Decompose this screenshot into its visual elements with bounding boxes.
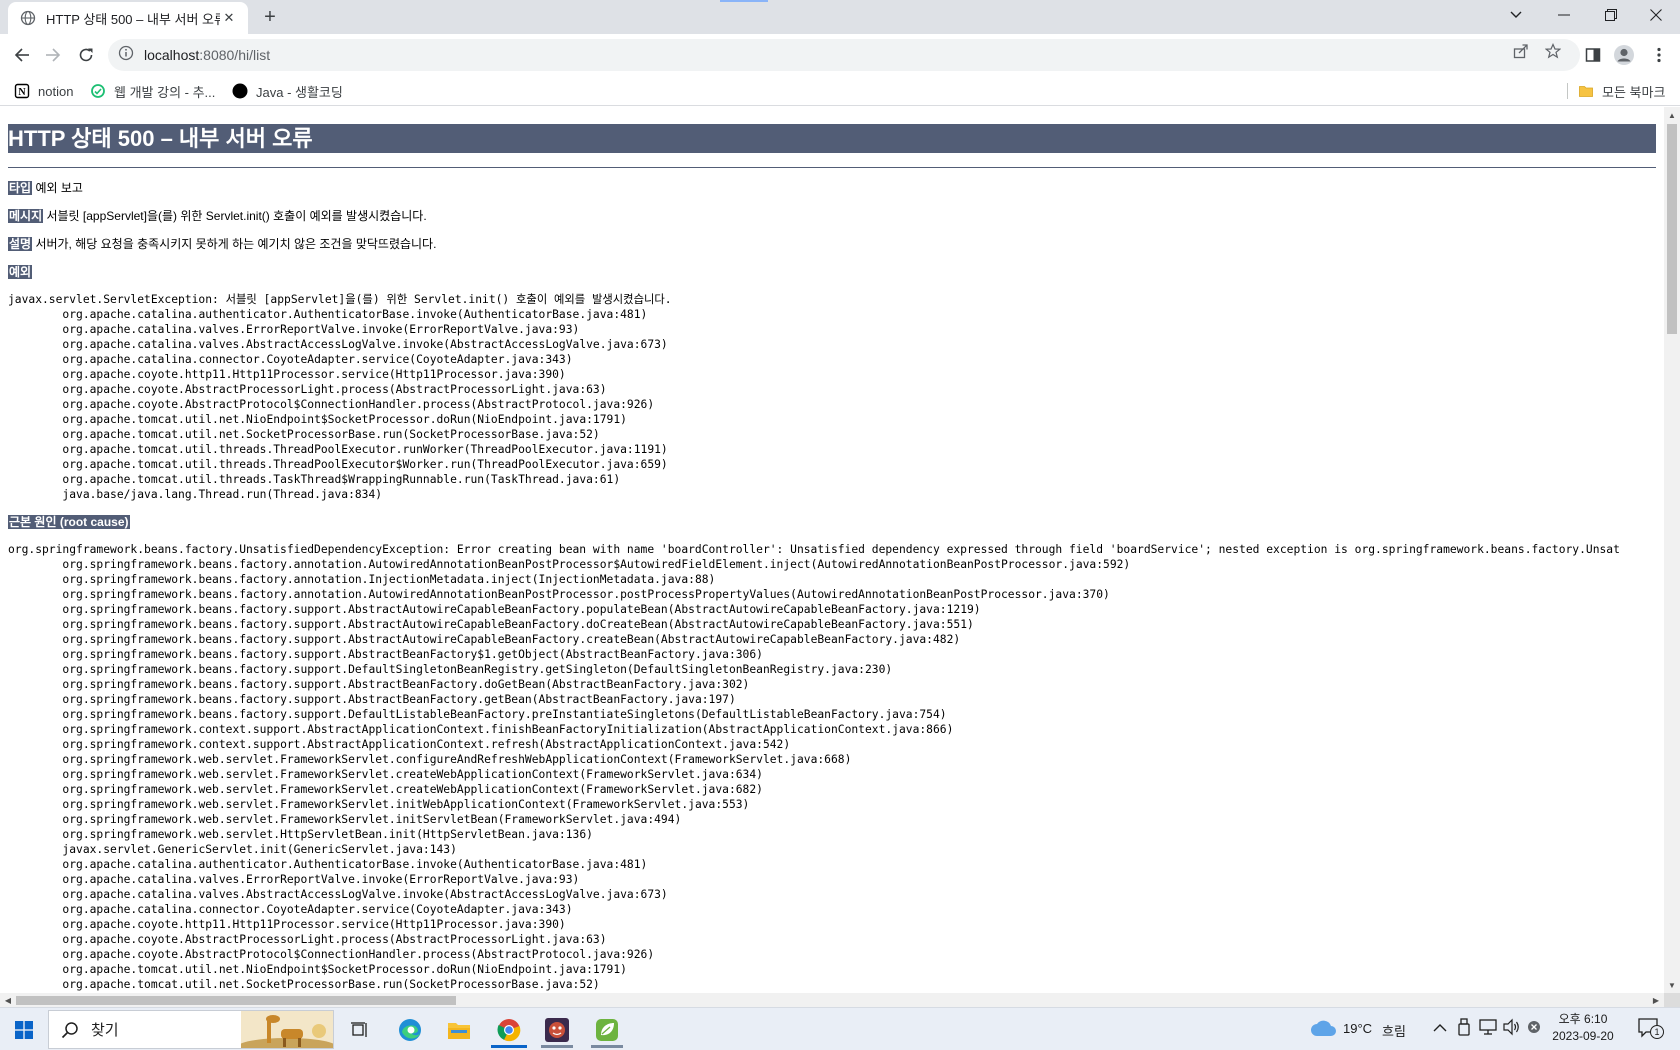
type-row: 타입 예외 보고 (8, 180, 1656, 196)
share-icon[interactable] (1512, 42, 1530, 60)
search-placeholder: 찾기 (91, 1022, 119, 1039)
description-value: 서버가, 해당 요청을 충족시키지 못하게 하는 예기치 않은 조건을 맞닥뜨렸… (35, 237, 437, 251)
url-text: localhost:8080/hi/list (144, 47, 270, 63)
tab-close-icon[interactable]: ✕ (220, 9, 238, 27)
scroll-down-arrow-icon[interactable]: ▼ (1664, 977, 1680, 993)
weather-cloud-icon[interactable] (1310, 1019, 1336, 1042)
exception-stack-trace: javax.servlet.ServletException: 서블릿 [app… (8, 293, 672, 501)
scroll-left-arrow-icon[interactable]: ◀ (0, 993, 16, 1007)
side-panel-icon[interactable] (1580, 42, 1606, 68)
restore-button[interactable] (1589, 0, 1633, 30)
exception-label: 예외 (8, 265, 33, 279)
task-view-button[interactable] (338, 1012, 382, 1048)
bookmarks-separator (1567, 83, 1568, 99)
bookmark-star-icon[interactable] (1544, 42, 1562, 60)
windows-taskbar: 찾기 19°C 흐림 오후 6:10 2023-09-20 1 (0, 1007, 1680, 1050)
url-host: localhost (144, 47, 200, 63)
notion-icon: N (14, 83, 30, 99)
horizontal-scrollbar[interactable]: ◀ ▶ (0, 993, 1664, 1007)
search-icon (61, 1021, 79, 1039)
browser-tab-active[interactable]: HTTP 상태 500 – 내부 서버 오류 ✕ (8, 2, 248, 34)
globe-icon (20, 10, 36, 26)
type-value: 예외 보고 (35, 181, 83, 195)
info-icon[interactable] (118, 45, 134, 66)
game-launcher-taskbar-icon[interactable] (535, 1012, 579, 1048)
weather-temperature[interactable]: 19°C (1343, 1021, 1372, 1036)
root-cause-label: 근본 원인 (root cause) (8, 515, 130, 529)
all-bookmarks-label: 모든 북마크 (1602, 84, 1666, 100)
error-page: HTTP 상태 500 – 내부 서버 오류 타입 예외 보고 메시지 서블릿 … (8, 124, 1656, 992)
scroll-right-arrow-icon[interactable]: ▶ (1648, 993, 1664, 1007)
chrome-taskbar-icon[interactable] (487, 1012, 531, 1048)
profile-avatar-icon[interactable] (1611, 42, 1637, 68)
taskbar-clock[interactable]: 오후 6:10 2023-09-20 (1548, 1011, 1618, 1045)
browser-toolbar: localhost:8080/hi/list (0, 34, 1680, 76)
scroll-up-arrow-icon[interactable]: ▲ (1664, 107, 1680, 123)
type-label: 타입 (8, 181, 33, 195)
bookmark-notion[interactable]: N notion (14, 81, 73, 101)
forward-button[interactable] (39, 41, 67, 69)
start-button[interactable] (2, 1012, 46, 1048)
back-button[interactable] (8, 41, 36, 69)
bookmark-web-lecture[interactable]: 웹 개발 강의 - 추... (90, 81, 215, 101)
title-divider (8, 167, 1656, 168)
vertical-scroll-thumb[interactable] (1667, 124, 1677, 334)
address-bar[interactable]: localhost:8080/hi/list (108, 39, 1580, 71)
browser-tab-strip: HTTP 상태 500 – 내부 서버 오류 ✕ + (0, 0, 1680, 34)
page-title: HTTP 상태 500 – 내부 서버 오류 (8, 124, 1656, 153)
message-value: 서블릿 [appServlet]을(를) 위한 Servlet.init() 호… (46, 209, 427, 223)
svg-text:N: N (18, 87, 26, 98)
show-hidden-icons-chevron-icon[interactable] (1433, 1020, 1447, 1038)
tab-title: HTTP 상태 500 – 내부 서버 오류 (46, 11, 220, 27)
close-window-button[interactable] (1634, 0, 1678, 30)
bookmark-java-opentutorials[interactable]: Java - 생활코딩 (232, 81, 343, 101)
file-explorer-icon[interactable] (437, 1012, 481, 1048)
notification-center-button[interactable]: 1 (1636, 1016, 1666, 1042)
minimize-button[interactable] (1542, 0, 1586, 30)
message-label: 메시지 (8, 209, 44, 223)
clock-date: 2023-09-20 (1552, 1029, 1614, 1043)
bookmark-label: 웹 개발 강의 - 추... (114, 84, 216, 100)
edge-browser-icon[interactable] (388, 1012, 432, 1048)
new-tab-button[interactable]: + (258, 5, 282, 29)
taskbar-search-box[interactable]: 찾기 (48, 1010, 334, 1049)
scrollbar-corner (1664, 993, 1680, 1007)
page-viewport: HTTP 상태 500 – 내부 서버 오류 타입 예외 보고 메시지 서블릿 … (0, 107, 1664, 993)
root-cause-stack-trace: org.springframework.beans.factory.Unsati… (8, 543, 1620, 991)
bookmark-label: notion (38, 83, 74, 99)
spring-tool-suite-taskbar-icon[interactable] (585, 1012, 629, 1048)
folder-icon (1578, 83, 1594, 99)
horizontal-scroll-thumb[interactable] (16, 996, 456, 1005)
tab-strip-accent (720, 0, 768, 2)
input-method-icon[interactable] (1527, 1020, 1541, 1039)
bookmark-label: Java - 생활코딩 (256, 84, 343, 100)
notification-count-badge: 1 (1650, 1025, 1664, 1039)
tab-search-chevron-icon[interactable] (1494, 0, 1538, 30)
lecture-site-icon (90, 83, 106, 99)
network-icon[interactable] (1479, 1018, 1497, 1041)
all-bookmarks-button[interactable]: 모든 북마크 (1578, 81, 1665, 101)
message-row: 메시지 서블릿 [appServlet]을(를) 위한 Servlet.init… (8, 208, 1656, 224)
volume-icon[interactable] (1503, 1018, 1521, 1041)
description-row: 설명 서버가, 해당 요청을 충족시키지 못하게 하는 예기치 않은 조건을 맞… (8, 236, 1656, 252)
usb-device-icon[interactable] (1457, 1018, 1471, 1041)
description-label: 설명 (8, 237, 33, 251)
vertical-scrollbar[interactable]: ▲ ▼ (1664, 107, 1680, 993)
opentutorials-icon (232, 83, 248, 99)
reload-button[interactable] (72, 41, 100, 69)
bookmarks-bar: N notion 웹 개발 강의 - 추... Java - 생활코딩 모든 북… (0, 76, 1680, 106)
url-path: :8080/hi/list (199, 47, 271, 63)
more-menu-icon[interactable] (1646, 42, 1672, 68)
root-cause-row: 근본 원인 (root cause) (8, 514, 1656, 530)
search-highlight-illustration-icon (237, 1011, 333, 1048)
clock-time: 오후 6:10 (1558, 1012, 1608, 1026)
exception-row: 예외 (8, 264, 1656, 280)
weather-description[interactable]: 흐림 (1382, 1021, 1406, 1040)
